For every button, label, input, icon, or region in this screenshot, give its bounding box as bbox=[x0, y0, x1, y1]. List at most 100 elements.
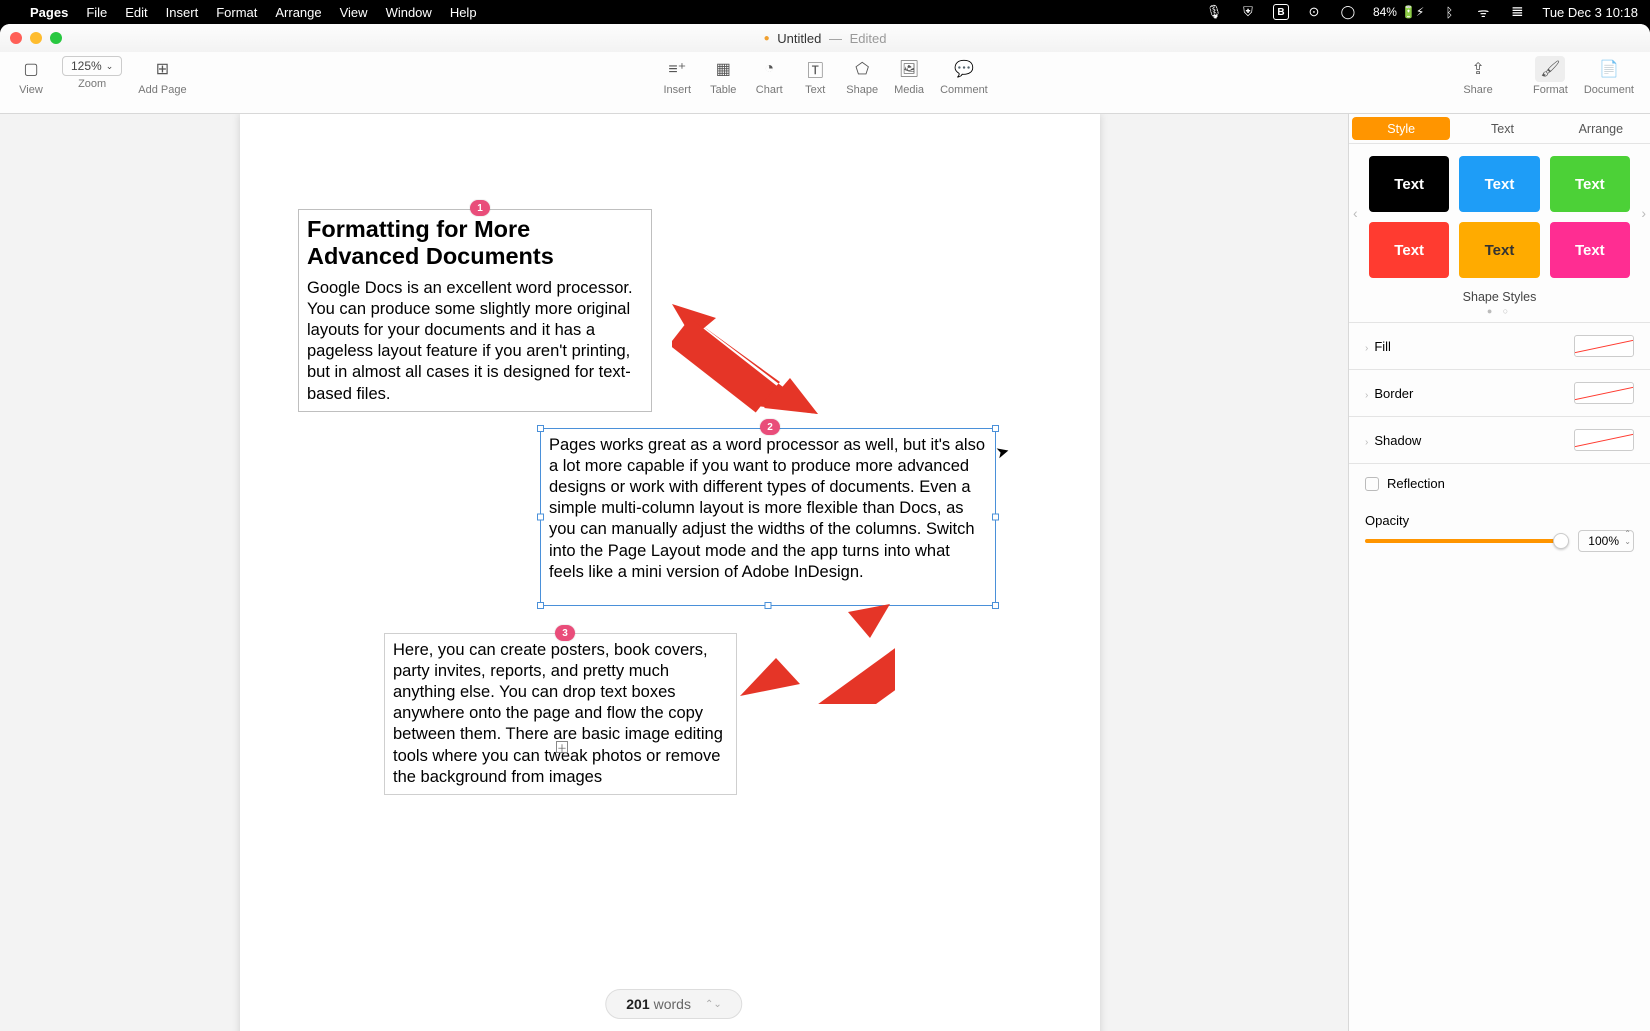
menubar-clock[interactable]: Tue Dec 3 10:18 bbox=[1542, 5, 1638, 20]
chevron-down-icon: ⌄ bbox=[106, 61, 114, 72]
resize-handle-w[interactable] bbox=[537, 514, 544, 521]
document-state: Edited bbox=[850, 31, 887, 46]
menu-view[interactable]: View bbox=[340, 5, 368, 20]
tab-text[interactable]: Text bbox=[1453, 114, 1551, 143]
reflection-section[interactable]: Reflection bbox=[1349, 463, 1650, 503]
shadow-section[interactable]: ›Shadow bbox=[1349, 416, 1650, 463]
resize-handle-e[interactable] bbox=[992, 514, 999, 521]
shield-icon[interactable]: ⛨ bbox=[1239, 3, 1257, 21]
document-page[interactable]: Formatting for More Advanced Documents G… bbox=[240, 114, 1100, 1031]
resize-handle-sw[interactable] bbox=[537, 602, 544, 609]
mic-icon[interactable]: 🎙 bbox=[1205, 3, 1223, 21]
toolbar-media-label: Media bbox=[894, 84, 924, 96]
style-swatch-blue[interactable]: Text bbox=[1459, 156, 1539, 212]
zoom-select[interactable]: 125% ⌄ bbox=[62, 56, 122, 76]
swatch-prev-icon[interactable]: ‹ bbox=[1353, 205, 1358, 221]
border-none-swatch[interactable] bbox=[1574, 382, 1634, 404]
table-icon: ▦ bbox=[708, 56, 738, 82]
circle-status-icon[interactable]: ◯ bbox=[1339, 3, 1357, 21]
shape-icon: ⬠ bbox=[847, 56, 877, 82]
border-label: Border bbox=[1374, 386, 1413, 401]
resize-handle-nw[interactable] bbox=[537, 425, 544, 432]
menu-file[interactable]: File bbox=[86, 5, 107, 20]
window-titlebar: ● Untitled — Edited bbox=[0, 24, 1650, 52]
toolbar-comment-label: Comment bbox=[940, 84, 988, 96]
menu-insert[interactable]: Insert bbox=[166, 5, 199, 20]
text-box-3-body[interactable]: Here, you can create posters, book cover… bbox=[393, 640, 728, 788]
text-box-3[interactable]: Here, you can create posters, book cover… bbox=[384, 633, 737, 795]
toolbar-chart[interactable]: ◔ Chart bbox=[754, 56, 784, 96]
format-icon: 🖌 bbox=[1535, 56, 1565, 82]
toolbar-view-label: View bbox=[19, 84, 43, 96]
shape-style-swatches: ‹ › Text Text Text Text Text Text bbox=[1349, 144, 1650, 282]
play-status-icon[interactable]: ⊙ bbox=[1305, 3, 1323, 21]
bluetooth-icon[interactable]: ᛒ bbox=[1440, 3, 1458, 21]
reflection-checkbox[interactable] bbox=[1365, 477, 1379, 491]
toolbar-document[interactable]: 📄 Document bbox=[1584, 56, 1634, 96]
toolbar-text[interactable]: 🅃 Text bbox=[800, 56, 830, 96]
menu-format[interactable]: Format bbox=[216, 5, 257, 20]
share-icon: ⇪ bbox=[1463, 56, 1493, 82]
toolbar-document-label: Document bbox=[1584, 84, 1634, 96]
tab-style[interactable]: Style bbox=[1352, 117, 1450, 140]
toolbar-format[interactable]: 🖌 Format bbox=[1533, 56, 1568, 96]
battery-percent: 84% bbox=[1373, 5, 1397, 19]
toolbar-add-page[interactable]: ⊞ Add Page bbox=[138, 56, 186, 96]
menu-help[interactable]: Help bbox=[450, 5, 477, 20]
border-section[interactable]: ›Border bbox=[1349, 369, 1650, 416]
menu-arrange[interactable]: Arrange bbox=[275, 5, 321, 20]
shadow-none-swatch[interactable] bbox=[1574, 429, 1634, 451]
opacity-value-stepper[interactable]: 100% bbox=[1578, 530, 1634, 552]
text-box-2-body[interactable]: Pages works great as a word processor as… bbox=[549, 435, 987, 583]
app-name[interactable]: Pages bbox=[30, 5, 68, 20]
battery-status[interactable]: 84% 🔋⚡︎ bbox=[1373, 5, 1424, 19]
toolbar-insert[interactable]: ≡⁺ Insert bbox=[662, 56, 692, 96]
swatch-page-dots[interactable]: ● ○ bbox=[1349, 306, 1650, 322]
toolbar-media[interactable]: 🖼 Media bbox=[894, 56, 924, 96]
chart-icon: ◔ bbox=[754, 56, 784, 82]
toolbar-zoom[interactable]: 125% ⌄ Zoom bbox=[62, 56, 122, 90]
zoom-value: 125% bbox=[71, 59, 102, 73]
document-name[interactable]: Untitled bbox=[777, 31, 821, 46]
toolbar-table[interactable]: ▦ Table bbox=[708, 56, 738, 96]
toolbar-text-label: Text bbox=[805, 84, 825, 96]
tab-arrange[interactable]: Arrange bbox=[1552, 114, 1650, 143]
macos-menubar: Pages File Edit Insert Format Arrange Vi… bbox=[0, 0, 1650, 24]
control-center-icon[interactable]: 𝌆 bbox=[1508, 3, 1526, 21]
style-swatch-green[interactable]: Text bbox=[1550, 156, 1630, 212]
resize-handle-ne[interactable] bbox=[992, 425, 999, 432]
inspector-tabs: Style Text Arrange bbox=[1349, 114, 1650, 144]
wifi-icon[interactable]: ᯤ bbox=[1474, 3, 1492, 21]
style-swatch-black[interactable]: Text bbox=[1369, 156, 1449, 212]
text-box-1-body[interactable]: Google Docs is an excellent word process… bbox=[307, 278, 643, 405]
opacity-slider[interactable] bbox=[1365, 539, 1568, 543]
menu-edit[interactable]: Edit bbox=[125, 5, 147, 20]
link-badge-1[interactable]: 1 bbox=[470, 200, 490, 216]
toolbar-comment[interactable]: 💬 Comment bbox=[940, 56, 988, 96]
document-icon: 📄 bbox=[1594, 56, 1624, 82]
resize-handle-se[interactable] bbox=[992, 602, 999, 609]
word-count-number: 201 bbox=[626, 996, 649, 1012]
chevron-updown-icon[interactable]: ⌃⌄ bbox=[705, 999, 722, 1010]
toolbar-shape[interactable]: ⬠ Shape bbox=[846, 56, 878, 96]
swatch-next-icon[interactable]: › bbox=[1641, 205, 1646, 221]
document-title: ● Untitled — Edited bbox=[0, 31, 1650, 46]
text-box-1[interactable]: Formatting for More Advanced Documents G… bbox=[298, 209, 652, 412]
menu-window[interactable]: Window bbox=[386, 5, 432, 20]
fill-section[interactable]: ›Fill bbox=[1349, 322, 1650, 369]
toolbar-share[interactable]: ⇪ Share bbox=[1463, 56, 1493, 96]
link-badge-3[interactable]: 3 bbox=[555, 625, 575, 641]
style-swatch-red[interactable]: Text bbox=[1369, 222, 1449, 278]
fill-none-swatch[interactable] bbox=[1574, 335, 1634, 357]
style-swatch-yellow[interactable]: Text bbox=[1459, 222, 1539, 278]
canvas[interactable]: Formatting for More Advanced Documents G… bbox=[0, 114, 1348, 1031]
style-swatch-pink[interactable]: Text bbox=[1550, 222, 1630, 278]
toolbar-view[interactable]: ▢ View bbox=[16, 56, 46, 96]
menubar-right: 🎙 ⛨ B ⊙ ◯ 84% 🔋⚡︎ ᛒ ᯤ 𝌆 Tue Dec 3 10:18 bbox=[1205, 3, 1638, 21]
text-overflow-plus-icon[interactable]: ＋ bbox=[556, 741, 568, 753]
b-status-icon[interactable]: B bbox=[1273, 4, 1289, 20]
word-count-pill[interactable]: 201 words ⌃⌄ bbox=[605, 989, 742, 1019]
text-box-1-heading[interactable]: Formatting for More Advanced Documents bbox=[307, 216, 643, 270]
media-icon: 🖼 bbox=[894, 56, 924, 82]
text-box-2[interactable]: Pages works great as a word processor as… bbox=[540, 428, 996, 606]
